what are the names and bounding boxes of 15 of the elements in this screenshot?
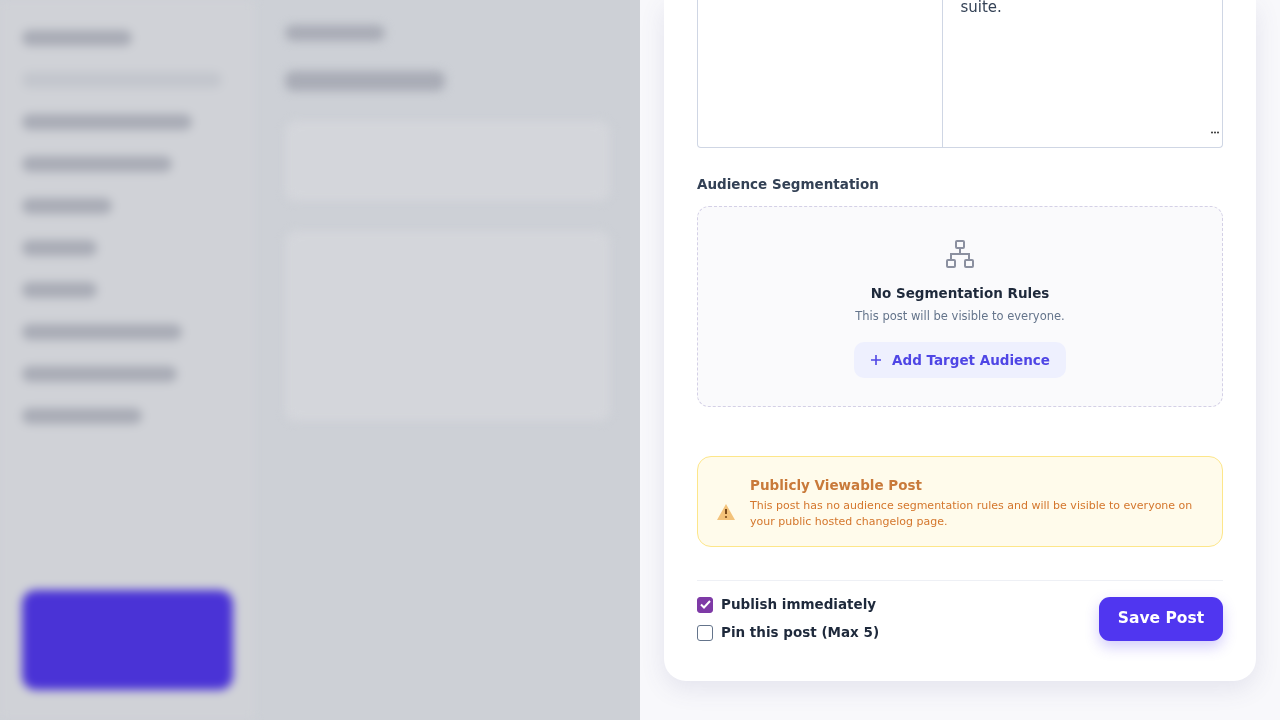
editor-text: suite. bbox=[941, 0, 1222, 147]
section-label: Audience Segmentation bbox=[697, 175, 880, 194]
checkbox[interactable] bbox=[697, 624, 713, 641]
empty-state-title: No Segmentation Rules bbox=[870, 284, 1050, 304]
add-audience-button[interactable]: Add Target Audience bbox=[854, 341, 1066, 378]
text-editor[interactable]: suite. bbox=[697, 0, 1223, 148]
plus-icon bbox=[870, 353, 882, 366]
warning-title: Publicly Viewable Post bbox=[750, 476, 923, 496]
warning-text: This post has no audience segmentation rules and will be visible to everyone on your public hosted changelog page. bbox=[750, 497, 1194, 530]
checkbox[interactable] bbox=[697, 596, 713, 613]
checkbox-label: Publish immediately bbox=[721, 595, 877, 615]
hierarchy-icon bbox=[945, 239, 975, 270]
save-post-button[interactable]: Save Post bbox=[1099, 596, 1223, 641]
empty-state-text: This post will be visible to everyone. bbox=[855, 307, 1065, 325]
checkbox-label: Pin this post (Max 5) bbox=[721, 623, 880, 643]
